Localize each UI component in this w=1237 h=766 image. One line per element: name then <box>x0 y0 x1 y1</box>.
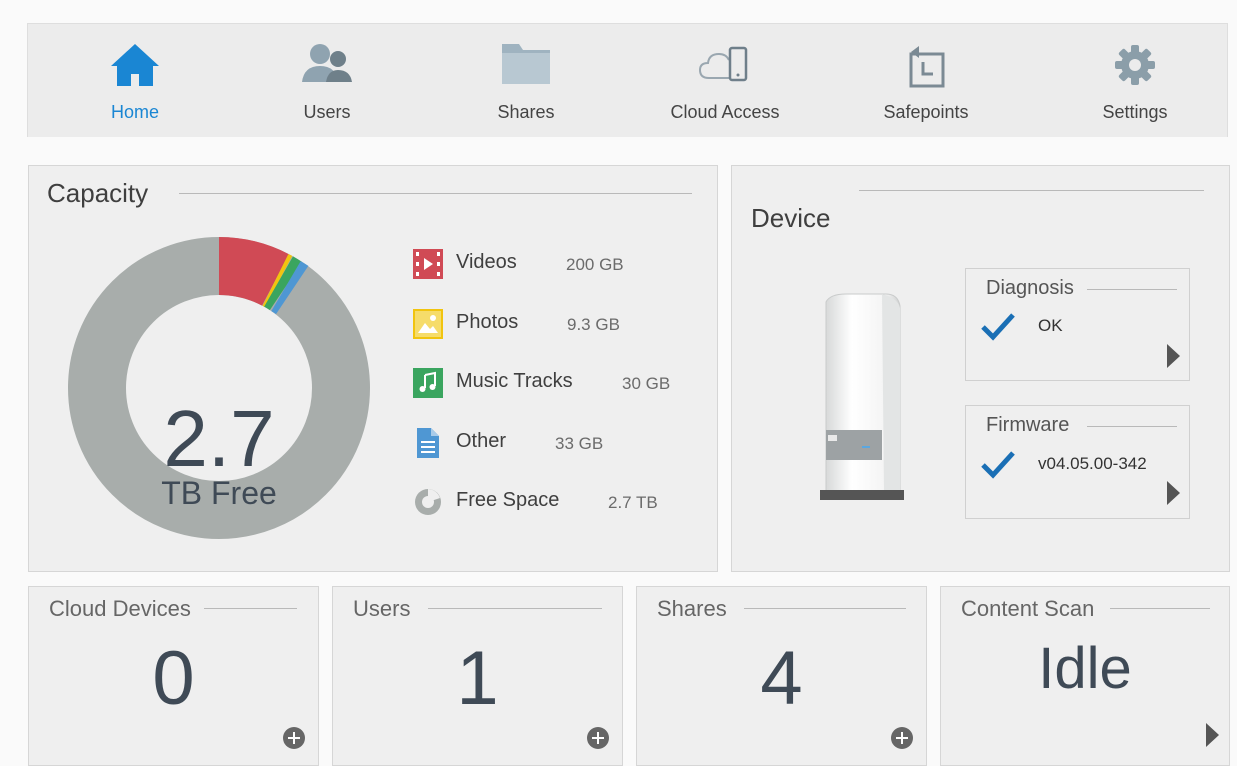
add-user-button[interactable] <box>587 727 609 749</box>
stat-card-cloud-devices: Cloud Devices 0 <box>28 586 319 766</box>
capacity-title-rule <box>179 193 692 194</box>
document-icon <box>417 428 439 458</box>
legend-name-videos: Videos <box>456 251 517 273</box>
legend-name-music: Music Tracks <box>456 370 573 392</box>
diagnosis-arrow-icon[interactable] <box>1167 344 1180 368</box>
add-share-button[interactable] <box>891 727 913 749</box>
nav-item-settings[interactable]: Settings <box>1065 24 1205 138</box>
firmware-card[interactable]: Firmware v04.05.00-342 <box>965 405 1190 519</box>
gear-icon <box>1115 45 1155 85</box>
nav-item-shares[interactable]: Shares <box>456 24 596 138</box>
stat-title-shares: Shares <box>657 596 727 621</box>
nav-item-safepoints[interactable]: Safepoints <box>856 24 996 138</box>
stat-rule <box>744 608 906 609</box>
legend-size-music: 30 GB <box>622 374 671 393</box>
check-icon <box>981 313 1015 341</box>
stat-card-shares: Shares 4 <box>636 586 927 766</box>
stat-title-cloud-devices: Cloud Devices <box>49 596 191 621</box>
safepoint-icon <box>909 46 945 88</box>
check-icon <box>981 451 1015 479</box>
video-icon <box>413 249 443 279</box>
photo-icon <box>413 309 443 339</box>
nav-label-home: Home <box>110 102 159 122</box>
nav-label-safepoints: Safepoints <box>883 102 969 122</box>
device-panel: Device Diagnosis OK Firmware v04.05.00-3… <box>731 165 1230 572</box>
capacity-donut: 2.7 TB Free <box>67 236 371 540</box>
legend-name-free-space: Free Space <box>456 489 560 511</box>
nav-item-home[interactable]: Home <box>65 24 205 138</box>
stat-value-shares: 4 <box>760 636 803 721</box>
stat-rule <box>204 608 297 609</box>
firmware-title: Firmware <box>986 414 1070 436</box>
nas-device-image <box>820 293 904 500</box>
top-nav: Home Users Shares Cloud Access Safepoint… <box>27 23 1228 137</box>
capacity-panel: Capacity 2.7 TB Free Videos 200 GB Photo… <box>28 165 718 572</box>
legend-size-photos: 9.3 GB <box>567 315 620 334</box>
legend-name-other: Other <box>456 430 507 452</box>
device-title: Device <box>751 203 831 233</box>
diagnosis-rule <box>1087 289 1177 290</box>
nav-label-cloud-access: Cloud Access <box>670 102 780 122</box>
donut-other-segment <box>271 261 309 315</box>
stat-rule <box>428 608 602 609</box>
home-icon <box>111 44 159 86</box>
capacity-title: Capacity <box>47 178 149 208</box>
nav-item-users[interactable]: Users <box>257 24 397 138</box>
nav-label-users: Users <box>303 102 351 122</box>
stat-value-cloud-devices: 0 <box>152 636 195 721</box>
legend-name-photos: Photos <box>456 311 519 333</box>
stat-title-users: Users <box>353 596 411 621</box>
nav-item-cloud-access[interactable]: Cloud Access <box>655 24 795 138</box>
stat-value-users: 1 <box>456 636 499 721</box>
users-icon <box>302 44 352 82</box>
firmware-arrow-icon[interactable] <box>1167 481 1180 505</box>
pie-icon <box>415 489 441 515</box>
content-scan-arrow-icon[interactable] <box>1206 723 1219 747</box>
diagnosis-card[interactable]: Diagnosis OK <box>965 268 1190 381</box>
free-space-label: TB Free <box>161 475 277 511</box>
music-icon <box>413 368 443 398</box>
folder-icon <box>502 44 550 84</box>
stat-title-content-scan: Content Scan <box>961 596 1095 621</box>
stat-value-content-scan: Idle <box>1038 636 1132 701</box>
legend-size-videos: 200 GB <box>566 255 624 274</box>
stat-rule <box>1110 608 1210 609</box>
firmware-version: v04.05.00-342 <box>1038 454 1147 473</box>
nav-label-shares: Shares <box>497 102 555 122</box>
add-cloud-device-button[interactable] <box>283 727 305 749</box>
free-space-value: 2.7 <box>163 394 275 483</box>
stat-card-content-scan: Content Scan Idle <box>940 586 1230 766</box>
legend-size-free-space: 2.7 TB <box>608 493 658 512</box>
donut-music-segment <box>263 256 303 311</box>
device-top-rule <box>859 190 1204 191</box>
cloud-device-icon <box>698 46 748 82</box>
donut-photos-segment <box>262 253 293 308</box>
diagnosis-title: Diagnosis <box>986 277 1074 299</box>
diagnosis-status: OK <box>1038 316 1063 335</box>
stat-card-users: Users 1 <box>332 586 623 766</box>
nav-label-settings: Settings <box>1102 102 1168 122</box>
donut-videos-segment <box>218 237 289 307</box>
firmware-rule <box>1087 426 1177 427</box>
legend-size-other: 33 GB <box>555 434 604 453</box>
